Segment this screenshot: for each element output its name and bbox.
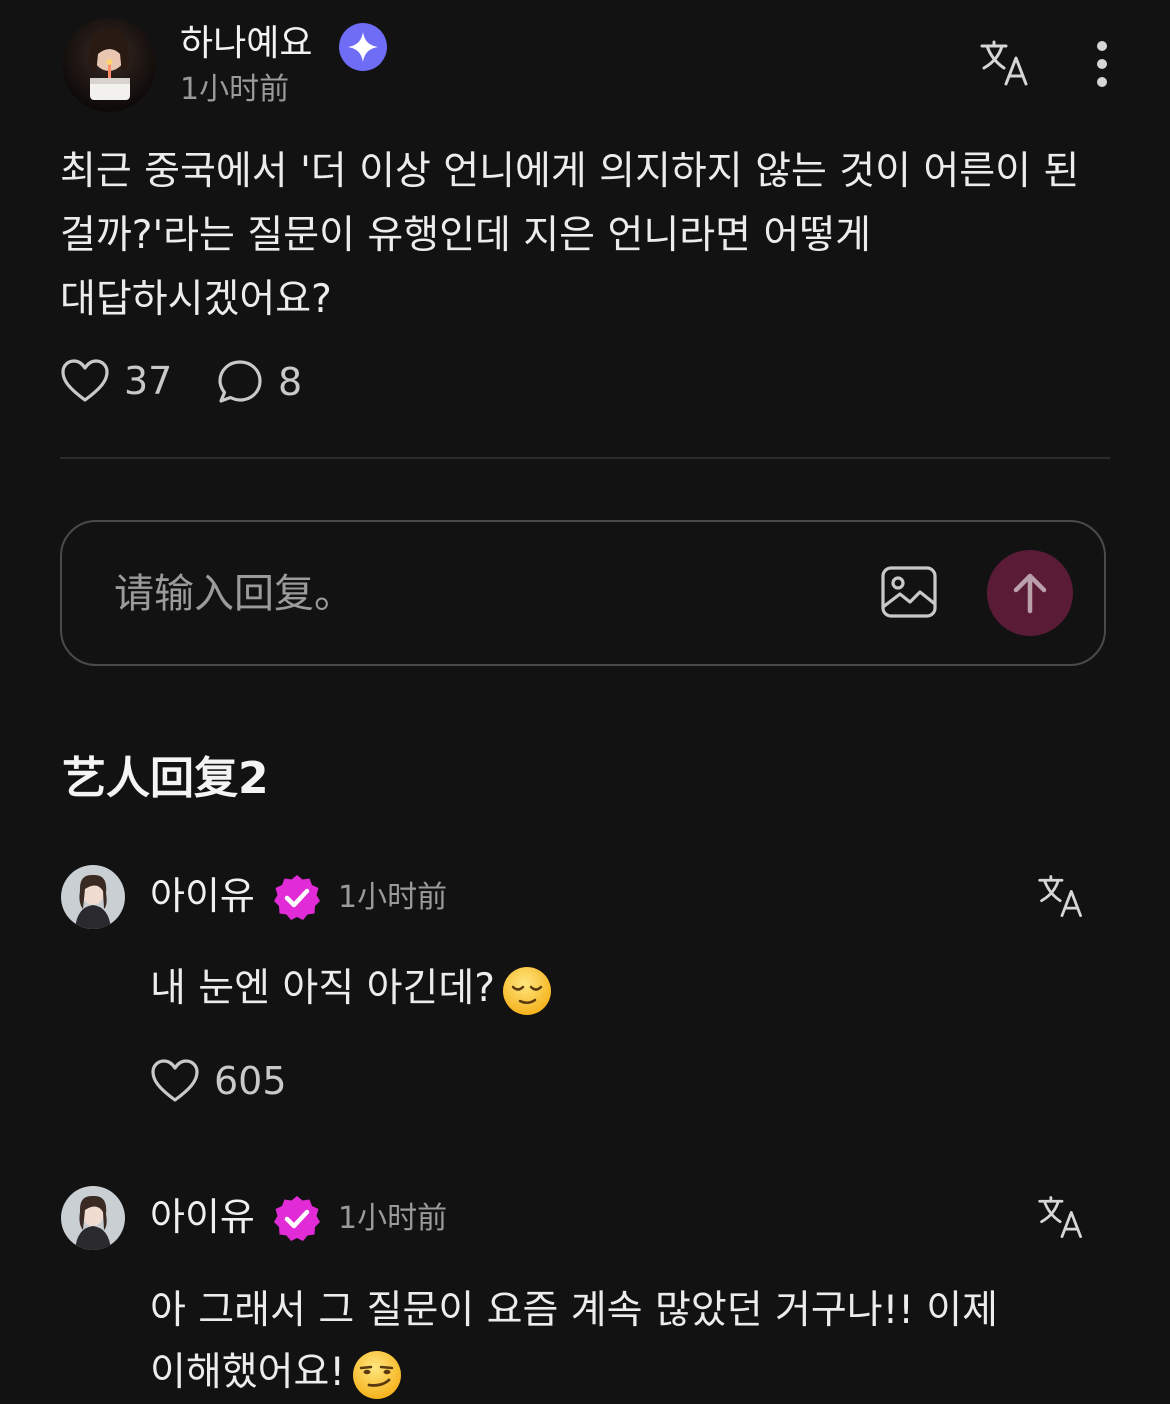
post-body: 최근 중국에서 '더 이상 언니에게 의지하지 않는 것이 어른이 된 걸까?'… (60, 149, 1080, 322)
divider (60, 457, 1110, 459)
heart-icon (151, 1059, 199, 1102)
comment-like-button[interactable]: 605 (150, 1058, 287, 1104)
verified-badge-icon (272, 873, 322, 923)
translate-icon[interactable] (1036, 1192, 1088, 1244)
send-button[interactable] (987, 550, 1073, 636)
heart-icon (61, 359, 109, 402)
comment-text-content: 내 눈엔 아직 아긴데? (150, 966, 495, 1011)
commenter-name[interactable]: 아이유 (150, 872, 255, 920)
smirking-face-emoji-icon (353, 1350, 402, 1399)
relieved-face-emoji-icon (502, 966, 551, 1015)
commenter-name[interactable]: 아이유 (150, 1193, 255, 1241)
commenter-avatar[interactable] (61, 1186, 125, 1250)
comment-text-content: 아 그래서 그 질문이 요즘 계속 많았던 거구나!! 이제 이해했어요! (150, 1288, 999, 1395)
post-like-count: 37 (124, 359, 173, 403)
translate-icon[interactable] (1036, 871, 1088, 923)
comment-text: 내 눈엔 아직 아긴데? (150, 958, 1090, 1020)
section-title: 艺人回复2 (62, 753, 269, 804)
post-time: 1小时前 (180, 72, 290, 107)
arrow-up-icon (1013, 573, 1047, 614)
sparkle-badge-icon (338, 22, 388, 72)
verified-badge-icon (272, 1194, 322, 1244)
post-like-button[interactable]: 37 (60, 358, 172, 404)
comment-text: 아 그래서 그 질문이 요즘 계속 많았던 거구나!! 이제 이해했어요! (150, 1280, 1110, 1404)
more-options-icon[interactable] (1088, 36, 1116, 92)
author-avatar[interactable] (62, 18, 156, 112)
comment-like-count: 605 (214, 1059, 287, 1103)
comment-icon (218, 360, 262, 403)
comment-time: 1小时前 (338, 880, 448, 915)
translate-icon[interactable] (978, 36, 1034, 92)
image-attach-icon[interactable] (880, 564, 938, 620)
comment-time: 1小时前 (338, 1201, 448, 1236)
commenter-avatar[interactable] (61, 865, 125, 929)
reply-input[interactable] (112, 562, 816, 626)
author-name[interactable]: 하나예요 (180, 20, 312, 68)
post-comment-button[interactable]: 8 (216, 358, 302, 406)
reply-box (60, 520, 1106, 666)
post-comment-count: 8 (278, 360, 303, 404)
